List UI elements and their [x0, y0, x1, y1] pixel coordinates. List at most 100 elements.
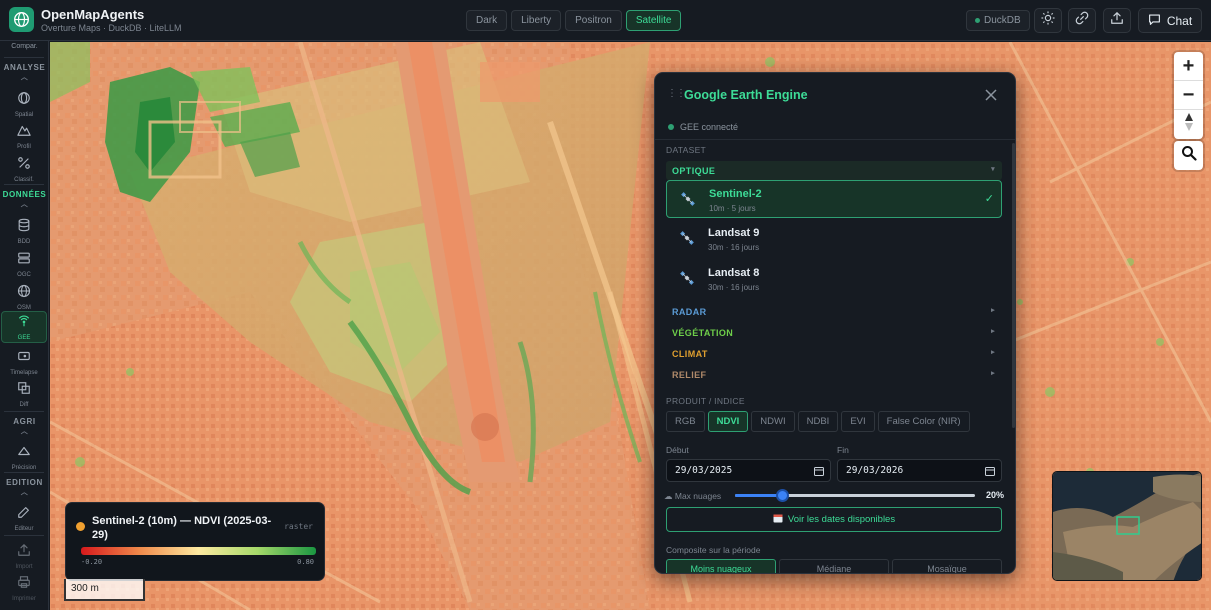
zoom-in-button[interactable]: +: [1174, 52, 1203, 81]
scale-bar: 300 m: [64, 579, 145, 601]
composite-mosaic[interactable]: Mosaïque: [892, 559, 1002, 573]
compass-icon: [1183, 112, 1195, 138]
divider: [4, 184, 44, 185]
section-donnees[interactable]: DONNÉES ︿: [0, 190, 49, 209]
cloud-filter: ☁ Max nuages 20%: [664, 489, 1004, 503]
product-ndbi[interactable]: NDBI: [797, 411, 839, 432]
chevron-down-icon: ▾: [991, 166, 995, 173]
composite-least-cloudy[interactable]: Moins nuageux: [666, 559, 776, 573]
sidebar-item-precision[interactable]: Précision: [1, 441, 47, 473]
cloud-label: ☁ Max nuages: [664, 491, 722, 501]
product-ndvi[interactable]: NDVI: [707, 411, 749, 432]
leaf-icon: [17, 444, 31, 463]
panel-header[interactable]: ⋮⋮ Google Earth Engine: [655, 73, 1015, 117]
divider: [4, 411, 44, 412]
section-agri-title: AGRI: [13, 417, 36, 426]
section-edition[interactable]: EDITION ︿: [0, 478, 49, 497]
dataset-name: Landsat 8: [708, 267, 760, 279]
end-date-label: Fin: [837, 445, 849, 455]
duckdb-status-badge: DuckDB: [966, 10, 1030, 31]
server-icon: [17, 251, 31, 270]
globe-logo-icon[interactable]: [9, 7, 34, 32]
sidebar-item-ogc[interactable]: OGC: [1, 248, 47, 280]
style-positron-button[interactable]: Positron: [565, 10, 622, 31]
sidebar-item-timelapse[interactable]: Timelapse: [1, 346, 47, 378]
gee-panel: ⋮⋮ Google Earth Engine GEE connecté DATA…: [654, 72, 1016, 574]
sidebar-item-compare[interactable]: Compar.: [0, 43, 49, 50]
sidebar-item-import[interactable]: Import: [1, 540, 47, 572]
sidebar-item-profil[interactable]: Profil: [1, 120, 47, 152]
product-selector: RGB NDVI NDWI NDBI EVI False Color (NIR): [666, 411, 970, 432]
sidebar-item-spatial[interactable]: Spatial: [1, 88, 47, 120]
compass-button[interactable]: [1174, 110, 1203, 139]
sidebar-item-label: Classif.: [14, 176, 34, 183]
sidebar-item-classif[interactable]: Classif.: [1, 153, 47, 185]
chat-bubble-icon: [1148, 13, 1161, 29]
theme-toggle-button[interactable]: [1034, 8, 1062, 33]
end-date-input[interactable]: 29/03/2026: [837, 459, 1002, 482]
close-icon[interactable]: [983, 87, 999, 103]
dataset-meta: 30m · 16 jours: [708, 243, 760, 252]
divider: [4, 57, 44, 58]
section-analyse[interactable]: ANALYSE ︿: [0, 63, 49, 82]
category-label: CLIMAT: [672, 349, 708, 359]
chat-button[interactable]: Chat: [1138, 8, 1202, 33]
product-false-color[interactable]: False Color (NIR): [877, 411, 970, 432]
category-label: RADAR: [672, 307, 707, 317]
status-dot: [668, 124, 674, 130]
composite-median[interactable]: Médiane: [779, 559, 889, 573]
sidebar-item-bdd[interactable]: BDD: [1, 215, 47, 247]
connection-status: GEE connecté: [668, 122, 738, 132]
sidebar-item-label: GEE: [17, 334, 31, 341]
sidebar-item-label: OGC: [17, 271, 31, 278]
zoom-out-button[interactable]: −: [1174, 81, 1203, 110]
dataset-landsat-9[interactable]: Landsat 9 30m · 16 jours: [666, 220, 1002, 258]
export-button[interactable]: [1103, 8, 1131, 33]
style-liberty-button[interactable]: Liberty: [511, 10, 562, 31]
globe-icon: [17, 284, 31, 303]
status-text: GEE connecté: [680, 122, 739, 132]
map-search-button[interactable]: [1174, 141, 1203, 170]
dataset-landsat-8[interactable]: Landsat 8 30m · 16 jours: [666, 260, 1002, 298]
product-caption: PRODUIT / INDICE: [666, 396, 745, 406]
category-relief[interactable]: RELIEF ▸: [666, 365, 1002, 384]
sidebar-item-label: OSM: [17, 304, 31, 311]
dataset-caption: DATASET: [666, 145, 707, 155]
product-ndwi[interactable]: NDWI: [751, 411, 795, 432]
app-title: OpenMapAgents: [41, 7, 145, 22]
calendar-icon[interactable]: [814, 466, 824, 479]
sidebar-item-label: Spatial: [14, 111, 34, 118]
cloud-slider[interactable]: [735, 489, 975, 502]
percent-icon: [17, 156, 31, 175]
show-dates-button[interactable]: Voir les dates disponibles: [666, 507, 1002, 532]
dataset-sentinel-2[interactable]: Sentinel-2 10m · 5 jours ✓: [666, 180, 1002, 218]
sidebar-item-label: Import: [15, 563, 33, 570]
section-agri[interactable]: AGRI ︿: [0, 417, 49, 436]
share-link-button[interactable]: [1068, 8, 1096, 33]
product-evi[interactable]: EVI: [841, 411, 875, 432]
sidebar-item-imprimer[interactable]: Imprimer: [1, 572, 47, 604]
start-date-label: Début: [666, 445, 689, 455]
product-rgb[interactable]: RGB: [666, 411, 705, 432]
panel-title: Google Earth Engine: [684, 88, 808, 102]
category-climat[interactable]: CLIMAT ▸: [666, 344, 1002, 363]
chevron-up-icon: ︿: [20, 489, 29, 496]
drag-handle-icon[interactable]: ⋮⋮: [667, 88, 686, 99]
sidebar-item-osm[interactable]: OSM: [1, 281, 47, 313]
sidebar-item-diff[interactable]: Diff: [1, 378, 47, 410]
cloud-label-text: Max nuages: [674, 491, 722, 501]
calendar-icon[interactable]: [985, 466, 995, 479]
style-dark-button[interactable]: Dark: [466, 10, 508, 31]
category-vegetation[interactable]: VÉGÉTATION ▸: [666, 323, 1002, 342]
sidebar-item-editeur[interactable]: Editeur: [1, 502, 47, 534]
start-date-input[interactable]: 29/03/2025: [666, 459, 831, 482]
category-optique[interactable]: OPTIQUE ▾: [666, 161, 1002, 180]
rings-icon: [17, 91, 31, 110]
sidebar-item-gee[interactable]: GEE: [1, 311, 47, 343]
slider-thumb[interactable]: [776, 489, 789, 502]
panel-scrollbar[interactable]: [1012, 143, 1015, 428]
upload-icon: [17, 543, 31, 562]
style-satellite-button[interactable]: Satellite: [625, 10, 682, 31]
category-radar[interactable]: RADAR ▸: [666, 302, 1002, 321]
overview-minimap[interactable]: [1052, 471, 1202, 581]
